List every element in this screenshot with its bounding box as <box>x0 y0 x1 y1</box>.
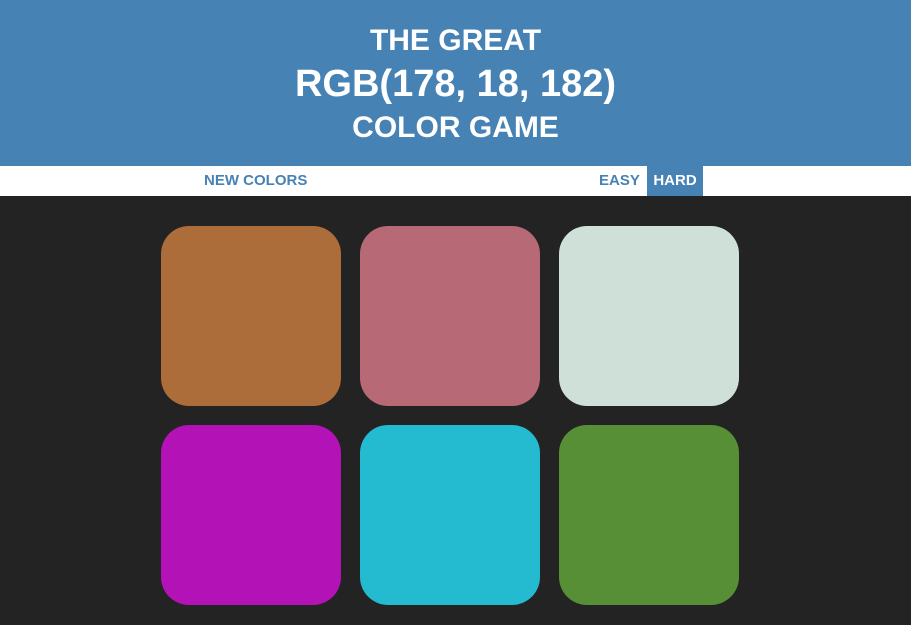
color-square[interactable] <box>559 226 739 406</box>
title-bottom: COLOR GAME <box>352 111 559 144</box>
color-square[interactable] <box>360 226 540 406</box>
hard-mode-button[interactable]: HARD <box>647 166 703 196</box>
easy-mode-button[interactable]: EASY <box>593 166 646 196</box>
target-color-display: RGB(178, 18, 182) <box>294 63 617 105</box>
new-colors-button[interactable]: NEW COLORS <box>198 166 313 196</box>
controls-stripe: NEW COLORS EASY HARD <box>0 166 911 196</box>
color-board <box>0 196 911 625</box>
color-square[interactable] <box>161 425 341 605</box>
color-square[interactable] <box>559 425 739 605</box>
title-top: THE GREAT <box>369 24 542 57</box>
game-header: THE GREAT RGB(178, 18, 182) COLOR GAME <box>0 0 911 166</box>
color-square[interactable] <box>161 226 341 406</box>
color-square[interactable] <box>360 425 540 605</box>
